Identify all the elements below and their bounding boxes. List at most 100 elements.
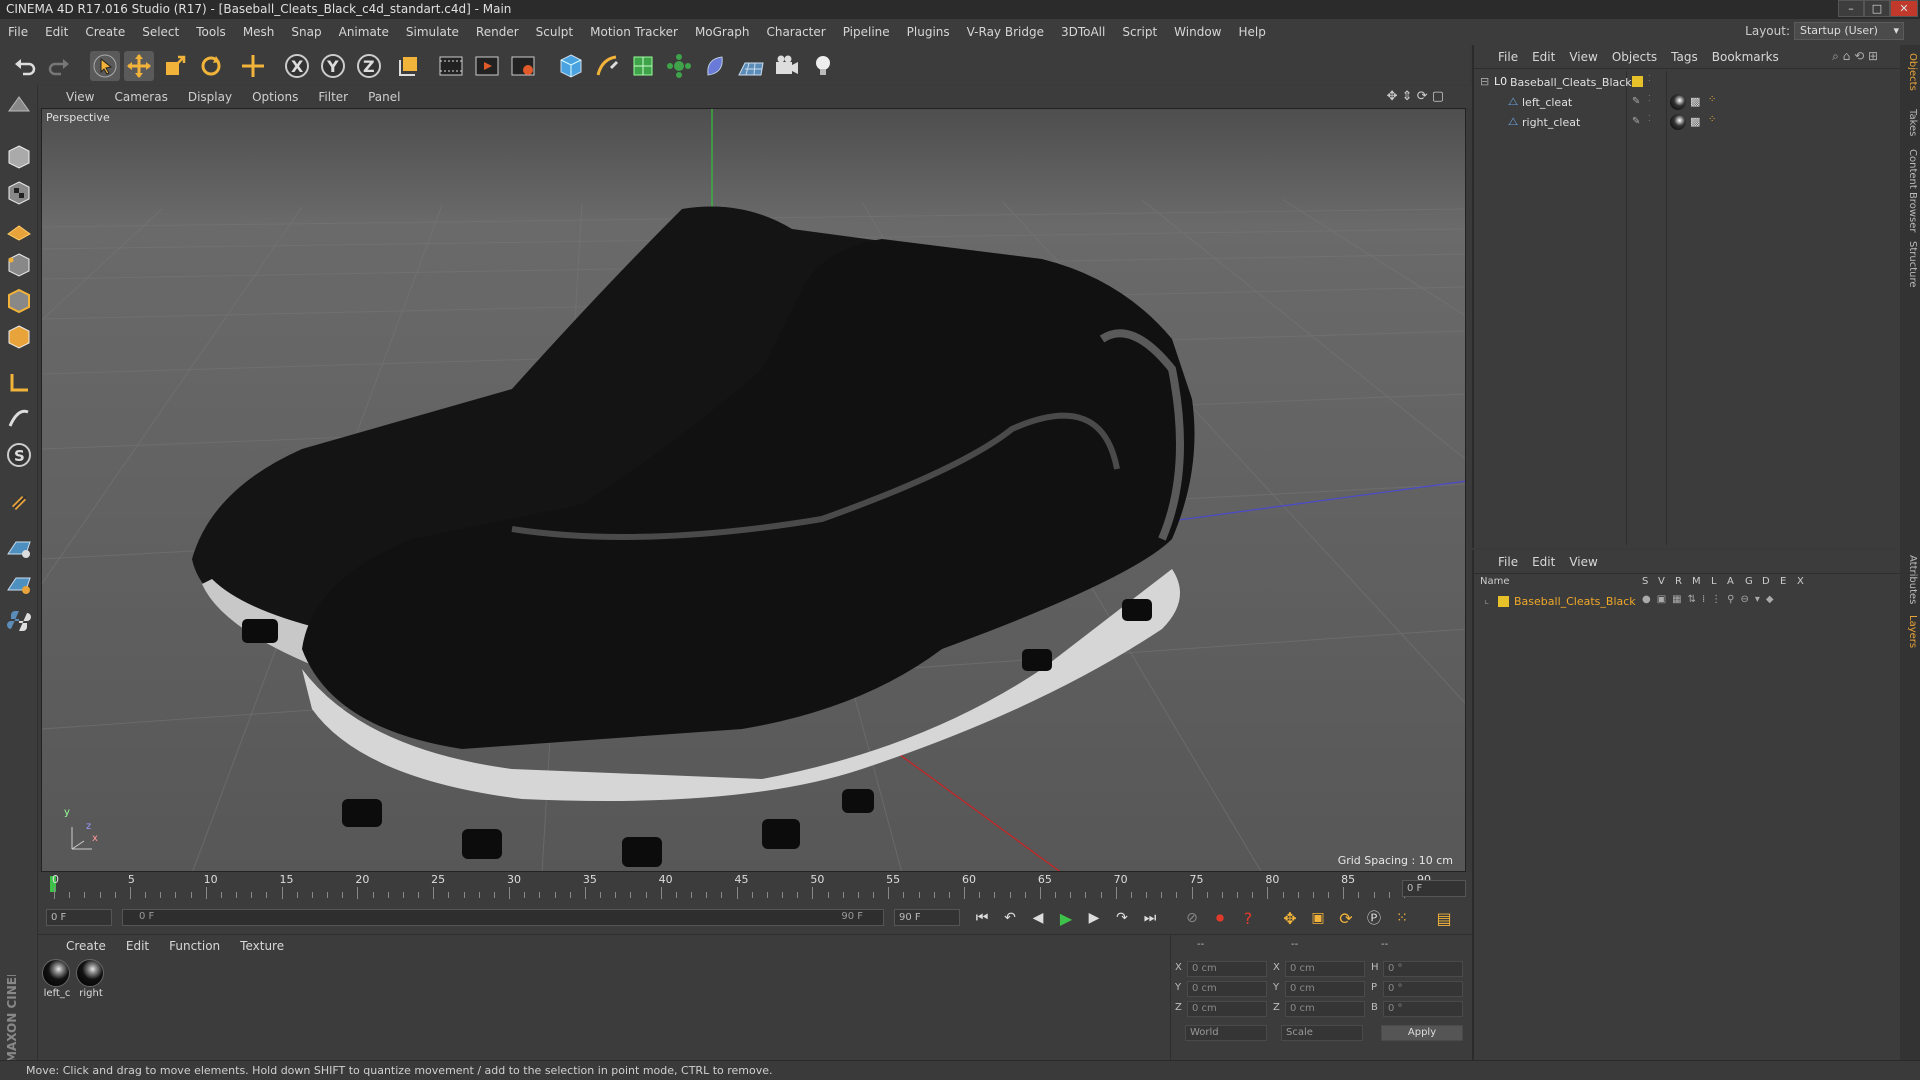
vp-menu-view[interactable]: View bbox=[66, 90, 94, 104]
deformer-icon[interactable] bbox=[700, 51, 730, 81]
key-scale-icon[interactable]: ▣ bbox=[1306, 906, 1330, 930]
edit-icon[interactable]: ✎ bbox=[1632, 116, 1640, 127]
rot-p-field[interactable]: 0 ° bbox=[1383, 981, 1463, 997]
texture-mode-icon[interactable] bbox=[3, 177, 35, 209]
close-button[interactable]: ✕ bbox=[1890, 0, 1918, 17]
rotate-icon[interactable] bbox=[196, 51, 226, 81]
menu-character[interactable]: Character bbox=[766, 25, 825, 39]
texture-tag-icon[interactable]: ▩ bbox=[1690, 115, 1700, 128]
menu-simulate[interactable]: Simulate bbox=[406, 25, 459, 39]
layer-color-swatch[interactable] bbox=[1498, 596, 1509, 607]
tab-objects[interactable]: Objects bbox=[1902, 53, 1918, 91]
phong-tag-icon[interactable]: ⁘ bbox=[1708, 94, 1716, 105]
world-dropdown[interactable]: World bbox=[1185, 1025, 1267, 1041]
y-axis-icon[interactable]: Y bbox=[318, 51, 348, 81]
magnet-icon[interactable] bbox=[3, 485, 35, 517]
subdivision-icon[interactable] bbox=[628, 51, 658, 81]
phong-tag-icon[interactable]: ⁘ bbox=[1708, 114, 1716, 125]
layer-menu-file[interactable]: File bbox=[1498, 555, 1518, 569]
menu-mesh[interactable]: Mesh bbox=[243, 25, 275, 39]
visibility-dots[interactable]: ⁚ bbox=[1648, 74, 1651, 83]
array-icon[interactable] bbox=[664, 51, 694, 81]
texture-tag-icon[interactable]: ▩ bbox=[1690, 95, 1700, 108]
size-y-field[interactable]: 0 cm bbox=[1285, 981, 1365, 997]
start-frame-field[interactable]: 0 F bbox=[46, 909, 112, 926]
polygons-mode-icon[interactable] bbox=[3, 321, 35, 353]
col-name[interactable]: Name bbox=[1480, 576, 1510, 587]
current-frame-field[interactable]: 0 F bbox=[1402, 880, 1466, 897]
layer-menu-edit[interactable]: Edit bbox=[1532, 555, 1555, 569]
obj-menu-bookmarks[interactable]: Bookmarks bbox=[1712, 50, 1779, 64]
apply-button[interactable]: Apply bbox=[1381, 1025, 1463, 1041]
next-frame-icon[interactable]: ▶ bbox=[1082, 906, 1106, 930]
col-x[interactable]: X bbox=[1797, 576, 1804, 587]
menu-render[interactable]: Render bbox=[476, 25, 519, 39]
menu-3dtoall[interactable]: 3DToAll bbox=[1061, 25, 1105, 39]
axis-mode-icon[interactable] bbox=[3, 367, 35, 399]
vp-menu-display[interactable]: Display bbox=[188, 90, 232, 104]
prev-frame-icon[interactable]: ◀ bbox=[1026, 906, 1050, 930]
mat-menu-create[interactable]: Create bbox=[66, 939, 106, 953]
workplane-icon[interactable] bbox=[3, 213, 35, 245]
3d-viewport[interactable]: Perspective y x z Grid Spacing : 10 cm bbox=[41, 108, 1466, 872]
size-z-field[interactable]: 0 cm bbox=[1285, 1001, 1365, 1017]
material-tag-icon[interactable] bbox=[1670, 114, 1686, 130]
range-slider[interactable]: 0 F 90 F bbox=[122, 909, 884, 926]
record-icon[interactable]: ⏺ bbox=[1208, 906, 1232, 930]
minimize-button[interactable]: – bbox=[1838, 0, 1864, 17]
vp-menu-cameras[interactable]: Cameras bbox=[114, 90, 167, 104]
model-mode-icon[interactable] bbox=[3, 141, 35, 173]
animation-grid-icon[interactable] bbox=[3, 567, 35, 599]
points-mode-icon[interactable] bbox=[3, 249, 35, 281]
grid-lock-icon[interactable] bbox=[3, 531, 35, 563]
col-m[interactable]: M bbox=[1692, 576, 1701, 587]
obj-menu-file[interactable]: File bbox=[1498, 50, 1518, 64]
python-icon[interactable] bbox=[3, 605, 35, 637]
play-icon[interactable]: ▶ bbox=[1054, 906, 1078, 930]
cube-icon[interactable] bbox=[556, 51, 586, 81]
timeline-ruler[interactable]: 051015202530354045505560657075808590 0 F bbox=[38, 872, 1472, 902]
undo-icon[interactable] bbox=[10, 51, 40, 81]
visibility-dots[interactable]: ⁚ bbox=[1648, 114, 1651, 123]
pos-y-field[interactable]: 0 cm bbox=[1187, 981, 1267, 997]
vp-menu-options[interactable]: Options bbox=[252, 90, 298, 104]
obj-menu-edit[interactable]: Edit bbox=[1532, 50, 1555, 64]
size-x-field[interactable]: 0 cm bbox=[1285, 961, 1365, 977]
pos-z-field[interactable]: 0 cm bbox=[1187, 1001, 1267, 1017]
menu-select[interactable]: Select bbox=[142, 25, 179, 39]
x-axis-icon[interactable]: X bbox=[282, 51, 312, 81]
visibility-dots[interactable]: ⁚ bbox=[1648, 94, 1651, 103]
layer-row[interactable]: ⌞ Baseball_Cleats_Black ●▣▦⇅⁞⋮⚲⊖▾◆ bbox=[1474, 592, 1894, 612]
menu-window[interactable]: Window bbox=[1174, 25, 1221, 39]
goto-end-icon[interactable]: ⏭ bbox=[1138, 906, 1162, 930]
menu-script[interactable]: Script bbox=[1122, 25, 1157, 39]
select-arrow-icon[interactable] bbox=[90, 51, 120, 81]
pen-icon[interactable] bbox=[592, 51, 622, 81]
camera-icon[interactable] bbox=[772, 51, 802, 81]
next-key-icon[interactable]: ↷ bbox=[1110, 906, 1134, 930]
col-d[interactable]: D bbox=[1762, 576, 1770, 587]
goto-start-icon[interactable]: ⏮ bbox=[970, 906, 994, 930]
key-position-icon[interactable]: ✥ bbox=[1278, 906, 1302, 930]
floor-icon[interactable] bbox=[736, 51, 766, 81]
light-icon[interactable] bbox=[808, 51, 838, 81]
tab-layers[interactable]: Layers bbox=[1902, 615, 1918, 648]
col-v[interactable]: V bbox=[1658, 576, 1665, 587]
vp-menu-filter[interactable]: Filter bbox=[318, 90, 348, 104]
layer-color-swatch[interactable] bbox=[1632, 76, 1643, 87]
menu-create[interactable]: Create bbox=[85, 25, 125, 39]
object-row[interactable]: ⧍ left_cleat ✎ ⁚ ▩ ⁘ bbox=[1474, 93, 1894, 113]
make-editable-icon[interactable] bbox=[3, 89, 35, 121]
render-view-icon[interactable] bbox=[472, 51, 502, 81]
scale-dropdown[interactable]: Scale bbox=[1281, 1025, 1363, 1041]
menu-file[interactable]: File bbox=[8, 25, 28, 39]
tab-takes[interactable]: Takes bbox=[1902, 109, 1918, 136]
prev-key-icon[interactable]: ↶ bbox=[998, 906, 1022, 930]
snap-icon[interactable]: S bbox=[3, 439, 35, 471]
menu-vray-bridge[interactable]: V-Ray Bridge bbox=[967, 25, 1044, 39]
maximize-button[interactable]: □ bbox=[1864, 0, 1890, 17]
material-right[interactable]: right bbox=[76, 959, 106, 999]
mat-menu-texture[interactable]: Texture bbox=[240, 939, 284, 953]
menu-help[interactable]: Help bbox=[1238, 25, 1265, 39]
key-rotation-icon[interactable]: ⟳ bbox=[1334, 906, 1358, 930]
